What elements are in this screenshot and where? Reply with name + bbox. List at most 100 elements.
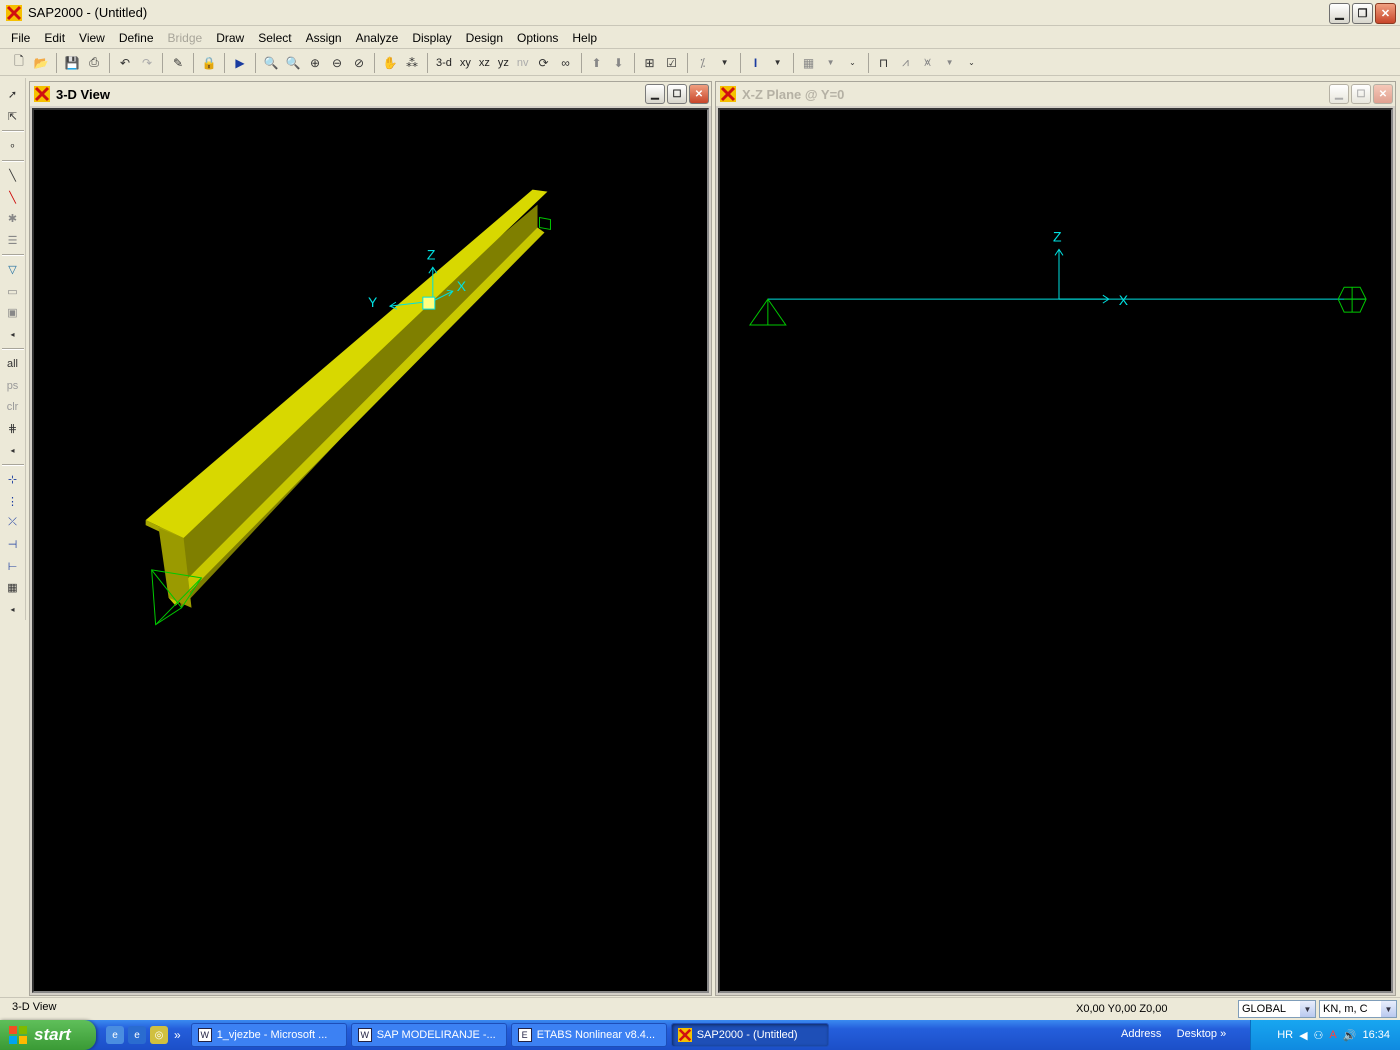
language-indicator[interactable]: HR <box>1277 1029 1293 1041</box>
window-xz-plane[interactable]: X-Z Plane @ Y=0 ▁ ☐ ✕ Z X <box>715 81 1396 996</box>
draw-cable-icon[interactable]: ╲ <box>3 186 23 208</box>
view-xy-button[interactable]: xy <box>456 57 475 69</box>
pointer-icon[interactable]: ➚ <box>3 84 23 106</box>
draw-joint-icon[interactable]: ∘ <box>3 135 23 157</box>
toolbar-overflow-icon[interactable]: ⌄ <box>842 52 864 74</box>
section-i-icon[interactable]: I <box>745 52 767 74</box>
volume-icon[interactable]: 🔊 <box>1343 1029 1357 1042</box>
media-icon[interactable]: ◎ <box>150 1026 168 1044</box>
show-undeformed-icon[interactable]: ⁒ <box>692 52 714 74</box>
chevron-down-icon[interactable]: ▼ <box>1381 1001 1396 1017</box>
perspective-icon[interactable]: ∞ <box>555 52 577 74</box>
frame-draw-icon[interactable]: ⊓ <box>873 52 895 74</box>
taskbar-item[interactable]: W 1_vjezbe - Microsoft ... <box>190 1023 347 1047</box>
zoom-in-icon[interactable]: ⊕ <box>304 52 326 74</box>
intersecting-line-icon[interactable]: ⋕ <box>3 418 23 440</box>
restore-button[interactable]: ❐ <box>1352 3 1373 24</box>
move-down-icon[interactable]: ⬇ <box>608 52 630 74</box>
minimize-button[interactable]: ▁ <box>1329 3 1350 24</box>
quick-launch-overflow-icon[interactable]: » <box>174 1028 181 1042</box>
menu-display[interactable]: Display <box>405 31 458 45</box>
units-select[interactable]: KN, m, C ▼ <box>1319 1000 1397 1018</box>
new-file-icon[interactable]: 🗋 <box>8 52 30 74</box>
run-analysis-icon[interactable]: ▶ <box>229 52 251 74</box>
lock-icon[interactable]: 🔒 <box>198 52 220 74</box>
toolbar-overflow-icon[interactable]: » <box>1220 1028 1226 1040</box>
address-toolbar[interactable]: Address Desktop » <box>1121 1028 1226 1040</box>
taskbar-item[interactable]: SAP2000 - (Untitled) <box>670 1023 829 1047</box>
menu-define[interactable]: Define <box>112 31 161 45</box>
open-folder-icon[interactable]: 📂 <box>30 52 52 74</box>
minimize-button[interactable]: ▁ <box>645 84 665 104</box>
window-xz-plane-titlebar[interactable]: X-Z Plane @ Y=0 ▁ ☐ ✕ <box>716 82 1395 106</box>
taskbar-item[interactable]: E ETABS Nonlinear v8.4... <box>510 1023 667 1047</box>
view-yz-button[interactable]: yz <box>494 57 513 69</box>
draw-poly-area-icon[interactable]: ▽ <box>3 259 23 281</box>
minimize-button[interactable]: ▁ <box>1329 84 1349 104</box>
dropdown-arrow-icon[interactable]: ▼ <box>767 52 789 74</box>
start-button[interactable]: start <box>0 1020 96 1050</box>
menu-assign[interactable]: Assign <box>299 31 349 45</box>
refresh-view-icon[interactable]: ☑ <box>661 52 683 74</box>
view-xz-button[interactable]: xz <box>475 57 494 69</box>
truss-draw-icon[interactable]: ⩙ <box>917 52 939 74</box>
snap-joints-icon[interactable]: ⊹ <box>3 469 23 491</box>
draw-rect-area-icon[interactable]: ▭ <box>3 281 23 303</box>
zoom-out-icon[interactable]: ⊖ <box>326 52 348 74</box>
internet-explorer-icon[interactable]: e <box>128 1026 146 1044</box>
quick-draw-area-icon[interactable]: ▣ <box>3 302 23 324</box>
rotate-icon[interactable]: ⟳ <box>533 52 555 74</box>
window-3d-view[interactable]: 3-D View ▁ ☐ ✕ Z X Y <box>29 81 712 996</box>
dropdown-arrow-icon[interactable]: ▼ <box>939 52 961 74</box>
dropdown-arrow-icon[interactable]: ▼ <box>714 52 736 74</box>
menu-draw[interactable]: Draw <box>209 31 251 45</box>
app-titlebar[interactable]: SAP2000 - (Untitled) ▁ ❐ ✕ <box>0 0 1400 26</box>
brace-draw-icon[interactable]: ⩘ <box>895 52 917 74</box>
browser-icon[interactable]: e <box>106 1026 124 1044</box>
menu-options[interactable]: Options <box>510 31 565 45</box>
area-section-icon[interactable]: ▦ <box>798 52 820 74</box>
view-3d-button[interactable]: 3-d <box>432 57 456 69</box>
menu-view[interactable]: View <box>72 31 112 45</box>
zoom-window-icon[interactable]: 🔍 <box>260 52 282 74</box>
display-options-icon[interactable]: ⊞ <box>639 52 661 74</box>
model-view-xz[interactable]: Z X <box>720 110 1391 991</box>
menu-design[interactable]: Design <box>459 31 510 45</box>
reshape-icon[interactable]: ⇱ <box>3 106 23 128</box>
dropdown-arrow-icon[interactable]: ▼ <box>820 52 842 74</box>
pan-icon[interactable]: ✋ <box>379 52 401 74</box>
overflow-icon[interactable]: ◂ <box>3 439 23 461</box>
walk-icon[interactable]: ⁂ <box>401 52 423 74</box>
menu-file[interactable]: File <box>4 31 37 45</box>
menu-help[interactable]: Help <box>565 31 604 45</box>
close-button[interactable]: ✕ <box>1373 84 1393 104</box>
draw-link-icon[interactable]: ✱ <box>3 208 23 230</box>
select-all-button[interactable]: all <box>3 353 23 375</box>
menu-analyze[interactable]: Analyze <box>349 31 406 45</box>
window-3d-view-titlebar[interactable]: 3-D View ▁ ☐ ✕ <box>30 82 711 106</box>
model-view-3d[interactable]: Z X Y <box>34 110 707 991</box>
redo-icon[interactable]: ↷ <box>136 52 158 74</box>
coord-system-select[interactable]: GLOBAL ▼ <box>1238 1000 1316 1018</box>
overflow-icon[interactable]: ◂ <box>3 324 23 346</box>
snap-grid-icon[interactable]: ▦ <box>3 577 23 599</box>
clear-selection-button[interactable]: clr <box>3 396 23 418</box>
menu-edit[interactable]: Edit <box>37 31 72 45</box>
save-icon[interactable]: 💾 <box>61 52 83 74</box>
toolbar-overflow-icon[interactable]: ⌄ <box>961 52 983 74</box>
undo-icon[interactable]: ↶ <box>114 52 136 74</box>
network-icon[interactable]: ⚇ <box>1314 1029 1324 1042</box>
acrobat-icon[interactable]: A <box>1329 1029 1336 1041</box>
zoom-previous-icon[interactable]: ⊘ <box>348 52 370 74</box>
zoom-restore-icon[interactable]: 🔍 <box>282 52 304 74</box>
move-up-icon[interactable]: ⬆ <box>586 52 608 74</box>
tray-expand-icon[interactable]: ◀ <box>1299 1029 1307 1042</box>
close-button[interactable]: ✕ <box>689 84 709 104</box>
taskbar-item[interactable]: W SAP MODELIRANJE -... <box>350 1023 507 1047</box>
draw-frame-icon[interactable]: ╲ <box>3 165 23 187</box>
pencil-icon[interactable]: ✎ <box>167 52 189 74</box>
snap-intersections-icon[interactable]: ⤫ <box>3 512 23 534</box>
model-canvas-xz[interactable]: Z X <box>718 108 1393 993</box>
overflow-icon[interactable]: ◂ <box>3 598 23 620</box>
snap-lines-icon[interactable]: ⊢ <box>3 555 23 577</box>
